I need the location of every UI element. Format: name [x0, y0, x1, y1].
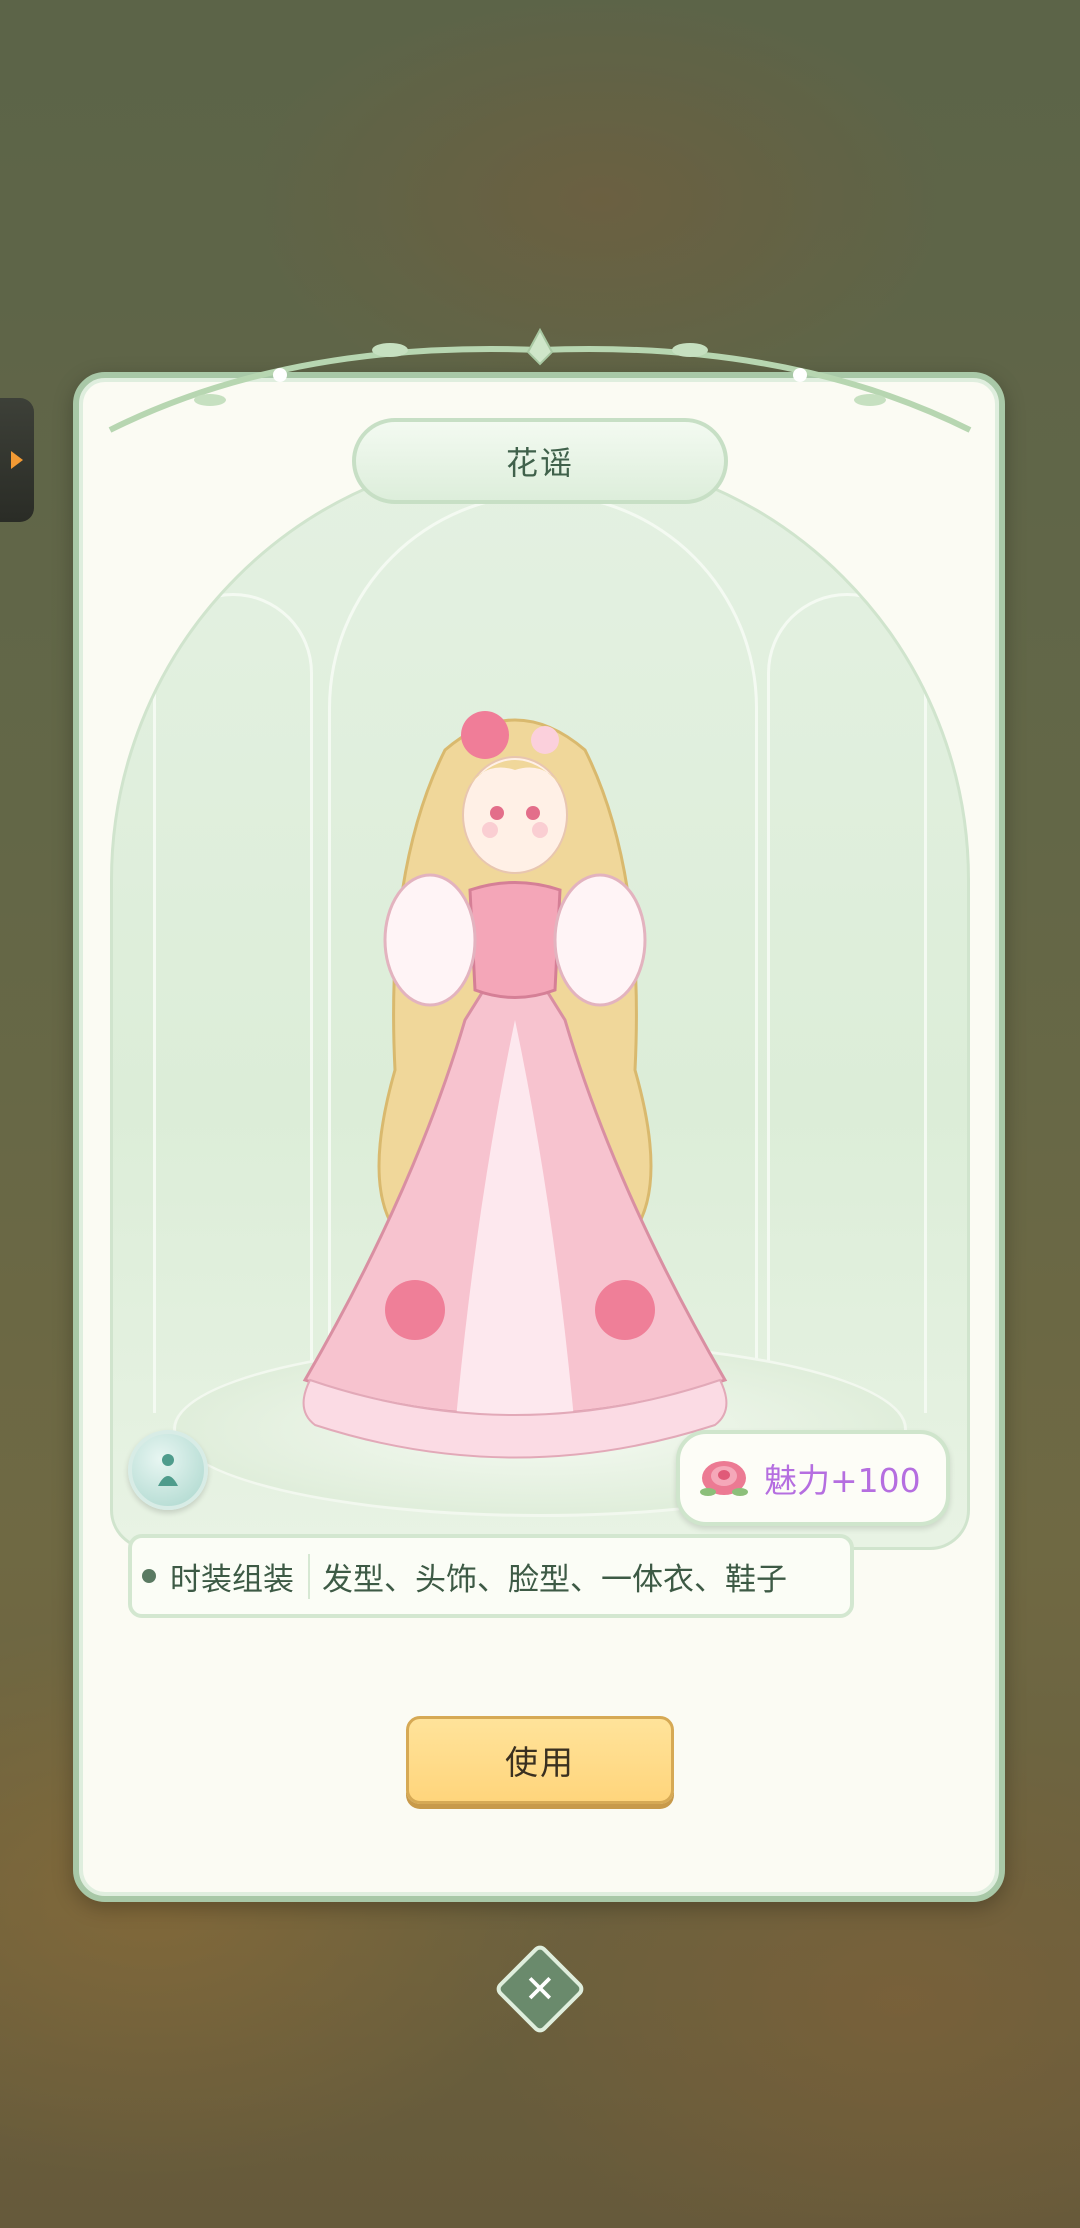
assembly-parts: 发型、头饰、脸型、一体衣、鞋子 — [322, 1561, 787, 1598]
bullet-dot — [142, 1569, 156, 1583]
use-button[interactable]: 使用 — [406, 1716, 674, 1804]
charm-badge: 魅力+100 — [676, 1430, 950, 1526]
assembly-label: 时装组装 — [170, 1553, 310, 1599]
pose-button[interactable] — [128, 1430, 208, 1510]
charm-value: 魅力+100 — [764, 1461, 921, 1500]
side-expand-tab[interactable] — [0, 398, 34, 522]
outfit-title: 花谣 — [352, 418, 728, 504]
rose-icon — [700, 1461, 748, 1496]
assembly-info-bar: 时装组装 发型、头饰、脸型、一体衣、鞋子 — [128, 1534, 854, 1618]
expand-arrow-icon — [11, 451, 23, 469]
pose-icon — [158, 1454, 178, 1486]
close-icon: ✕ — [524, 1967, 556, 2011]
outfit-name: 花谣 — [505, 444, 574, 482]
use-button-label: 使用 — [505, 1743, 575, 1782]
character-illustration — [302, 711, 728, 1459]
